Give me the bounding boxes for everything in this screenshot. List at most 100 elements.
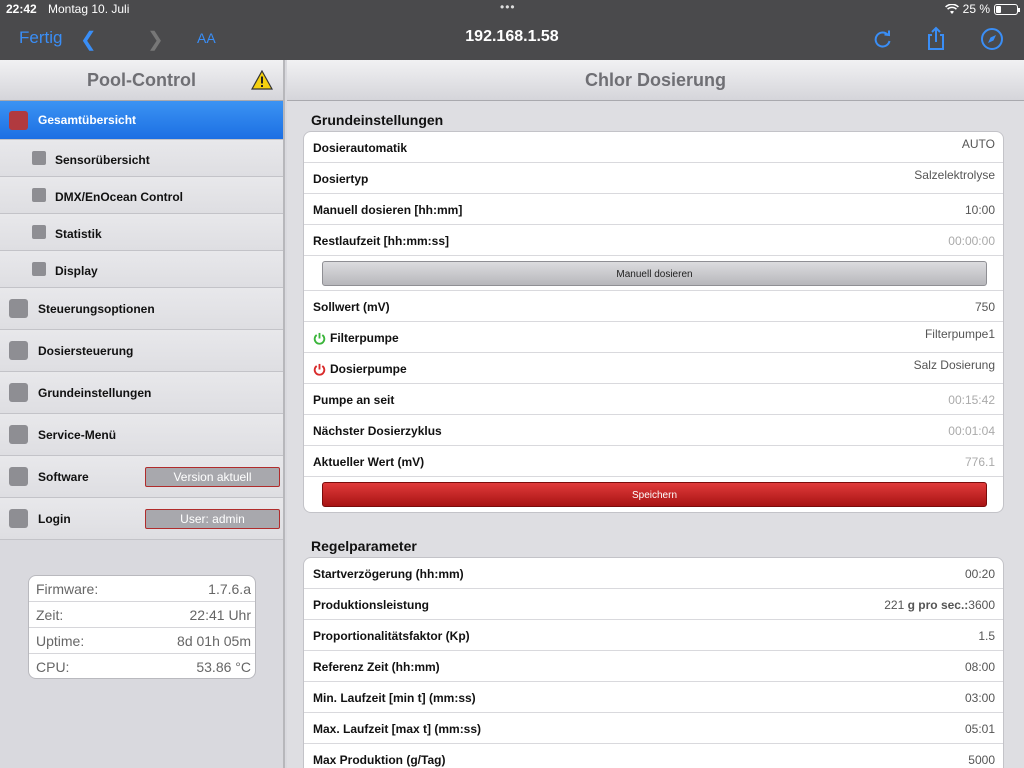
version-badge[interactable]: Version aktuell — [145, 467, 280, 487]
row-label-wrap: Filterpumpe — [313, 331, 399, 345]
user-badge[interactable]: User: admin — [145, 509, 280, 529]
sidebar-item-sensoruebersicht[interactable]: Sensorübersicht — [0, 140, 283, 177]
row-dosierpumpe[interactable]: Dosierpumpe Salz Dosierung — [304, 353, 1003, 384]
row-speichern: Speichern — [304, 477, 1003, 512]
sidebar-item-login[interactable]: Login User: admin — [0, 498, 283, 540]
sidebar-item-statistik[interactable]: Statistik — [0, 214, 283, 251]
min-laufzeit-input[interactable]: 03:00 — [965, 691, 995, 705]
row-startverzoegerung[interactable]: Startverzögerung (hh:mm) 00:20 — [304, 558, 1003, 589]
info-row-cpu: CPU: 53.86 °C — [29, 654, 255, 678]
section-title-grundeinstellungen: Grundeinstellungen — [311, 112, 444, 128]
row-label: Dosiertyp — [313, 172, 369, 186]
compass-icon[interactable] — [979, 26, 1005, 52]
sidebar-item-software[interactable]: Software Version aktuell — [0, 456, 283, 498]
row-label: Manuell dosieren [hh:mm] — [313, 203, 463, 217]
sidebar-item-service-menu[interactable]: Service-Menü — [0, 414, 283, 456]
info-row-zeit: Zeit: 22:41 Uhr — [29, 602, 255, 628]
row-min-laufzeit[interactable]: Min. Laufzeit [min t] (mm:ss) 03:00 — [304, 682, 1003, 713]
row-label: Restlaufzeit [hh:mm:ss] — [313, 234, 450, 248]
row-manuell-dosieren[interactable]: Manuell dosieren [hh:mm] 10:00 — [304, 194, 1003, 225]
reload-icon[interactable] — [870, 26, 896, 52]
row-aktueller-wert: Aktueller Wert (mV) 776.1 — [304, 446, 1003, 477]
row-max-laufzeit[interactable]: Max. Laufzeit [max t] (mm:ss) 05:01 — [304, 713, 1003, 744]
sidebar-item-label: Gesamtübersicht — [38, 113, 137, 127]
page-title: Chlor Dosierung — [287, 60, 1024, 101]
info-row-firmware: Firmware: 1.7.6.a — [29, 576, 255, 602]
row-restlaufzeit: Restlaufzeit [hh:mm:ss] 00:00:00 — [304, 225, 1003, 256]
browser-toolbar: Fertig ❮ ❯ AA 192.168.1.58 — [0, 18, 1024, 60]
sollwert-input[interactable]: 750 — [975, 300, 995, 314]
max-produktion-input[interactable]: 5000 — [968, 753, 995, 767]
row-label: Proportionalitätsfaktor (Kp) — [313, 629, 470, 643]
row-dosiertyp[interactable]: Dosiertyp Salzelektrolyse — [304, 163, 1003, 194]
power-off-icon — [313, 363, 326, 376]
row-sollwert[interactable]: Sollwert (mV) 750 — [304, 291, 1003, 322]
row-filterpumpe[interactable]: Filterpumpe Filterpumpe1 — [304, 322, 1003, 353]
row-pumpe-an-seit: Pumpe an seit 00:15:42 — [304, 384, 1003, 415]
referenz-zeit-input[interactable]: 08:00 — [965, 660, 995, 674]
sidebar-item-display[interactable]: Display — [0, 251, 283, 288]
battery-icon — [994, 3, 1020, 15]
row-label: Max. Laufzeit [max t] (mm:ss) — [313, 722, 482, 736]
sidebar-item-label: Dosiersteuerung — [38, 344, 134, 358]
menu-square-icon — [32, 151, 46, 165]
produktionsleistung-input[interactable]: 221 g pro sec.:3600 — [884, 598, 995, 612]
kp-input[interactable]: 1.5 — [978, 629, 995, 643]
row-produktionsleistung[interactable]: Produktionsleistung 221 g pro sec.:3600 — [304, 589, 1003, 620]
warning-icon[interactable] — [251, 70, 273, 90]
sidebar-item-steuerungsoptionen[interactable]: Steuerungsoptionen — [0, 288, 283, 330]
sidebar-item-dosiersteuerung[interactable]: Dosiersteuerung — [0, 330, 283, 372]
dosiertyp-select[interactable]: Salzelektrolyse — [914, 168, 995, 182]
menu-square-icon — [32, 262, 46, 276]
section-title-regelparameter: Regelparameter — [311, 538, 417, 554]
info-value: 53.86 °C — [196, 659, 251, 675]
save-button[interactable]: Speichern — [322, 482, 987, 507]
row-label: Produktionsleistung — [313, 598, 430, 612]
info-row-uptime: Uptime: 8d 01h 05m — [29, 628, 255, 654]
menu-square-icon — [9, 383, 28, 402]
sidebar-item-label: Software — [38, 470, 89, 484]
filterpumpe-select[interactable]: Filterpumpe1 — [925, 327, 995, 341]
sidebar-item-label: Display — [55, 264, 98, 278]
startverzoegerung-input[interactable]: 00:20 — [965, 567, 995, 581]
main-content: Chlor Dosierung Grundeinstellungen Dosie… — [287, 60, 1024, 768]
sidebar-item-label: Service-Menü — [38, 428, 117, 442]
row-dosierautomatik[interactable]: Dosierautomatik AUTO — [304, 132, 1003, 163]
share-icon[interactable] — [923, 26, 949, 52]
status-time: 22:42 — [6, 2, 37, 16]
row-label: Filterpumpe — [330, 331, 399, 345]
grundeinstellungen-card: Dosierautomatik AUTO Dosiertyp Salzelekt… — [303, 131, 1004, 513]
status-date: Montag 10. Juli — [48, 2, 130, 16]
row-label: Nächster Dosierzyklus — [313, 424, 442, 438]
row-label: Min. Laufzeit [min t] (mm:ss) — [313, 691, 476, 705]
dosierautomatik-select[interactable]: AUTO — [962, 137, 995, 151]
multitasking-dots-icon[interactable]: ••• — [500, 0, 516, 14]
sidebar-item-label: Sensorübersicht — [55, 153, 150, 167]
sidebar-item-dmx-enocean[interactable]: DMX/EnOcean Control — [0, 177, 283, 214]
row-label: Pumpe an seit — [313, 393, 395, 407]
sidebar-title: Pool-Control — [87, 70, 196, 90]
sidebar-item-gesamtuebersicht[interactable]: Gesamtübersicht — [0, 101, 283, 140]
max-laufzeit-input[interactable]: 05:01 — [965, 722, 995, 736]
info-key: CPU: — [36, 659, 70, 675]
info-value: 8d 01h 05m — [177, 633, 251, 649]
row-kp[interactable]: Proportionalitätsfaktor (Kp) 1.5 — [304, 620, 1003, 651]
manuell-dosieren-input[interactable]: 10:00 — [965, 203, 995, 217]
sidebar-item-grundeinstellungen[interactable]: Grundeinstellungen — [0, 372, 283, 414]
produktion-value2: 3600 — [968, 598, 995, 612]
info-key: Firmware: — [36, 581, 99, 597]
menu-square-icon — [9, 425, 28, 444]
sidebar-item-label: Statistik — [55, 227, 102, 241]
regelparameter-card: Startverzögerung (hh:mm) 00:20 Produktio… — [303, 557, 1004, 768]
row-referenz-zeit[interactable]: Referenz Zeit (hh:mm) 08:00 — [304, 651, 1003, 682]
sidebar-item-label: Steuerungsoptionen — [38, 302, 155, 316]
row-label: Dosierautomatik — [313, 141, 408, 155]
row-max-produktion[interactable]: Max Produktion (g/Tag) 5000 — [304, 744, 1003, 768]
row-label: Startverzögerung (hh:mm) — [313, 567, 464, 581]
dosierpumpe-select[interactable]: Salz Dosierung — [914, 358, 995, 372]
naechster-dosierzyklus-value: 00:01:04 — [948, 424, 995, 438]
manuell-dosieren-button[interactable]: Manuell dosieren — [322, 261, 987, 286]
power-on-icon — [313, 332, 326, 345]
produktion-value: 221 — [884, 598, 905, 612]
row-manuell-button: Manuell dosieren — [304, 256, 1003, 291]
